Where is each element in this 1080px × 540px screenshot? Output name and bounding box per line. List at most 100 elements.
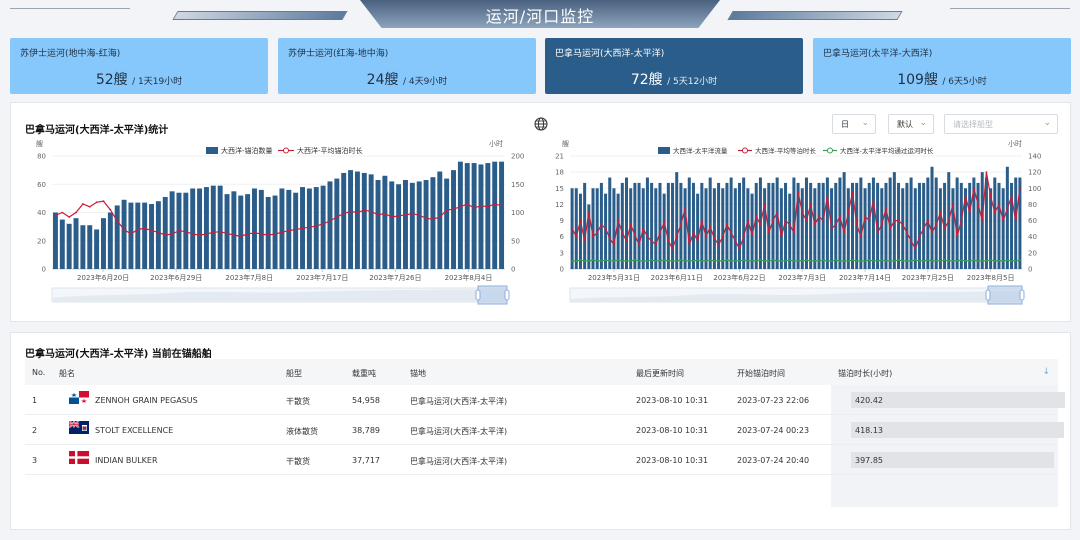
chart-bar[interactable]	[327, 181, 333, 269]
cell-ship-name[interactable]: STOLT EXCELLENCE	[95, 426, 173, 435]
chart-bar[interactable]	[771, 182, 775, 269]
chart-bar[interactable]	[423, 180, 429, 269]
zoom-handle-left[interactable]	[475, 289, 481, 301]
period-select[interactable]: 日 ⌄	[832, 114, 876, 134]
chart-bar[interactable]	[348, 170, 354, 269]
chart-bar[interactable]	[197, 188, 203, 269]
chart-bar[interactable]	[838, 177, 842, 269]
chart-bar[interactable]	[437, 171, 443, 269]
chart-bar[interactable]	[252, 188, 257, 269]
chart-bar[interactable]	[821, 182, 825, 269]
col-header-type[interactable]: 船型	[286, 368, 302, 379]
chart-bar[interactable]	[583, 182, 587, 269]
chart-bar[interactable]	[880, 188, 884, 269]
chart-bar[interactable]	[704, 188, 708, 269]
chart-bar[interactable]	[938, 188, 942, 269]
zoom-window[interactable]	[987, 285, 1023, 305]
chart-bar[interactable]	[87, 225, 93, 269]
chart-bar[interactable]	[334, 178, 340, 269]
chart-bar[interactable]	[471, 163, 477, 269]
chart-bar[interactable]	[149, 204, 154, 269]
chart-bar[interactable]	[650, 182, 654, 269]
chart-bar[interactable]	[80, 225, 86, 269]
stat-card-panama-pac-atl[interactable]: 巴拿马运河(太平洋-大西洋) 109艘 / 6天5小时	[813, 38, 1071, 94]
chart-bar[interactable]	[930, 166, 934, 269]
zoom-handle-left[interactable]	[985, 289, 991, 301]
chart-bar[interactable]	[863, 188, 867, 269]
chart-bar[interactable]	[595, 188, 599, 269]
chart-bar[interactable]	[203, 187, 209, 269]
chart-bar[interactable]	[788, 193, 792, 269]
chart-bar[interactable]	[578, 193, 582, 269]
col-header-dwt[interactable]: 载重吨	[352, 368, 376, 379]
chart-bar[interactable]	[871, 177, 875, 269]
chart-bar[interactable]	[955, 177, 959, 269]
chart-bar[interactable]	[687, 177, 691, 269]
chart-bar[interactable]	[624, 177, 629, 269]
globe-icon[interactable]	[534, 117, 548, 131]
chart-bar[interactable]	[775, 177, 779, 269]
chart-bar[interactable]	[245, 194, 251, 269]
chart-bar[interactable]	[66, 223, 72, 269]
chart-bar[interactable]	[114, 205, 120, 269]
chart-bar[interactable]	[671, 182, 675, 269]
chart-bar[interactable]	[633, 182, 637, 269]
chart-bar[interactable]	[224, 194, 230, 269]
chart-bar[interactable]	[691, 182, 695, 269]
chart-bar[interactable]	[574, 188, 578, 269]
chart-bar[interactable]	[389, 181, 395, 269]
chart-bar[interactable]	[272, 195, 278, 269]
table-row[interactable]: 3 INDIAN BULKER 干散货 37,717 巴拿马运河(大西洋-太平洋…	[25, 445, 1058, 475]
chart-bar[interactable]	[416, 181, 422, 269]
chart-bar[interactable]	[73, 218, 79, 269]
chart-bar[interactable]	[683, 188, 687, 269]
chart-bar[interactable]	[993, 177, 997, 269]
chart-bar[interactable]	[492, 161, 498, 269]
chart-bar[interactable]	[341, 172, 347, 269]
chart-bar[interactable]	[654, 188, 658, 269]
chart-bar[interactable]	[478, 164, 484, 269]
chart-bar[interactable]	[666, 182, 670, 269]
chart-bar[interactable]	[190, 188, 196, 269]
col-header-hours[interactable]: 锚泊时长(小时)	[838, 368, 892, 379]
chart-bar[interactable]	[717, 182, 721, 269]
chart-bar[interactable]	[742, 177, 746, 269]
chart-bar[interactable]	[842, 172, 846, 269]
chart-bar[interactable]	[637, 182, 641, 269]
chart-bar[interactable]	[616, 193, 620, 269]
chart-bar[interactable]	[313, 187, 319, 269]
chart-bar[interactable]	[620, 182, 624, 269]
mode-select[interactable]: 默认 ⌄	[888, 114, 934, 134]
chart-bar[interactable]	[403, 180, 408, 269]
col-header-updated[interactable]: 最后更新时间	[636, 368, 684, 379]
chart-bar[interactable]	[951, 188, 955, 269]
chart-bar[interactable]	[813, 188, 817, 269]
chart-bar[interactable]	[721, 188, 725, 269]
chart-bar[interactable]	[662, 193, 666, 269]
chart-bar[interactable]	[320, 185, 326, 269]
chart-bar[interactable]	[733, 188, 737, 269]
chart-bar[interactable]	[645, 177, 649, 269]
chart-bar[interactable]	[238, 195, 244, 269]
chart-bar[interactable]	[859, 177, 863, 269]
chart-bar[interactable]	[293, 192, 299, 269]
chart-bar[interactable]	[59, 219, 65, 269]
chart-bar[interactable]	[485, 163, 491, 269]
chart-bar[interactable]	[608, 177, 612, 269]
chart-bar[interactable]	[905, 182, 909, 269]
chart-bar[interactable]	[155, 201, 161, 269]
chart-bar[interactable]	[258, 189, 264, 269]
stat-card-suez-red-med[interactable]: 苏伊士运河(红海-地中海) 24艘 / 4天9小时	[278, 38, 536, 94]
col-header-anchorage[interactable]: 锚地	[410, 368, 426, 379]
chart-bar[interactable]	[897, 182, 901, 269]
chart-bar[interactable]	[279, 188, 285, 269]
chart-bar[interactable]	[382, 175, 388, 269]
sort-desc-icon[interactable]: ↓	[1042, 367, 1050, 377]
cell-ship-name[interactable]: ZENNOH GRAIN PEGASUS	[95, 396, 198, 405]
chart-bar[interactable]	[286, 189, 292, 269]
chart-bar[interactable]	[396, 184, 402, 269]
chart-bar[interactable]	[499, 161, 505, 269]
chart-bar[interactable]	[101, 218, 106, 269]
data-zoom-slider[interactable]	[51, 285, 510, 305]
chart-bar[interactable]	[107, 212, 113, 270]
